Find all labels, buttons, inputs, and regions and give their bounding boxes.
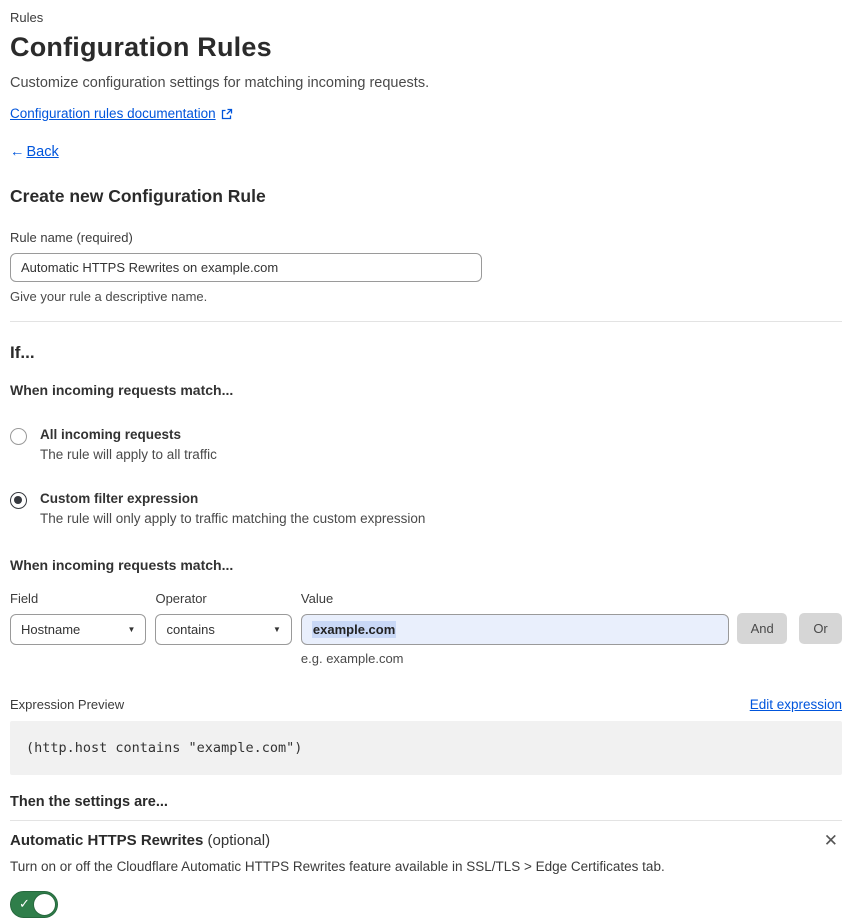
expression-preview-box: (http.host contains "example.com"): [10, 721, 842, 775]
value-help: e.g. example.com: [300, 651, 404, 666]
rule-name-input[interactable]: [10, 253, 482, 282]
breadcrumb: Rules: [10, 10, 44, 25]
setting-description: Turn on or off the Cloudflare Automatic …: [10, 859, 665, 874]
or-button[interactable]: Or: [799, 613, 842, 644]
field-select-value: Hostname: [21, 622, 81, 637]
automatic-https-rewrites-toggle[interactable]: ✓: [10, 891, 58, 918]
radio-option-label: Custom filter expression: [40, 491, 199, 506]
check-icon: ✓: [19, 896, 30, 911]
back-arrow-icon: ←: [10, 144, 25, 160]
operator-select-value: contains: [166, 622, 215, 637]
radio-option-all-incoming[interactable]: All incoming requests The rule will appl…: [10, 427, 842, 462]
value-input-text: example.com: [311, 621, 397, 638]
expression-preview-label: Expression Preview: [10, 697, 125, 712]
chevron-down-icon: ▼: [127, 625, 136, 634]
radio-option-description: The rule will apply to all traffic: [40, 447, 217, 462]
field-select[interactable]: Hostname ▼: [10, 614, 147, 645]
setting-optional-tag: (optional): [207, 832, 271, 849]
configuration-rules-page: Rules Configuration Rules Customize conf…: [0, 0, 852, 918]
setting-title: Automatic HTTPS Rewrites (optional): [10, 832, 270, 849]
operator-label: Operator: [155, 591, 207, 606]
radio-unselected-icon[interactable]: [10, 428, 27, 445]
documentation-link[interactable]: Configuration rules documentation: [10, 106, 216, 121]
rule-name-label: Rule name (required): [10, 230, 133, 245]
expression-code: (http.host contains "example.com"): [26, 740, 303, 756]
external-link-icon: [221, 108, 233, 120]
toggle-knob: [33, 893, 56, 916]
create-rule-heading: Create new Configuration Rule: [10, 186, 266, 206]
radio-option-custom-filter[interactable]: Custom filter expression The rule will o…: [10, 491, 842, 526]
edit-expression-link[interactable]: Edit expression: [750, 697, 842, 712]
page-title: Configuration Rules: [10, 32, 272, 62]
filter-builder-row: Field Hostname ▼ Operator contains ▼ Val…: [10, 591, 842, 666]
radio-option-label: All incoming requests: [40, 427, 182, 442]
if-heading: If...: [10, 343, 35, 362]
field-label: Field: [10, 591, 39, 606]
radio-selected-icon[interactable]: [10, 492, 27, 509]
match-heading: When incoming requests match...: [10, 382, 234, 398]
close-icon[interactable]: ✕: [820, 832, 842, 849]
value-label: Value: [300, 591, 334, 606]
and-button[interactable]: And: [737, 613, 788, 644]
value-input[interactable]: example.com: [300, 614, 730, 645]
rule-name-help: Give your rule a descriptive name.: [10, 289, 208, 304]
page-subtitle: Customize configuration settings for mat…: [10, 75, 430, 91]
filter-match-heading: When incoming requests match...: [10, 557, 234, 573]
back-link[interactable]: Back: [27, 144, 59, 160]
then-settings-heading: Then the settings are...: [10, 794, 168, 810]
setting-title-name: Automatic HTTPS Rewrites: [10, 832, 204, 849]
radio-option-description: The rule will only apply to traffic matc…: [40, 511, 426, 526]
section-divider: [10, 321, 842, 322]
setting-divider: [10, 820, 842, 821]
chevron-down-icon: ▼: [272, 625, 281, 634]
back-row: ← Back: [10, 144, 842, 160]
operator-select[interactable]: contains ▼: [155, 614, 292, 645]
